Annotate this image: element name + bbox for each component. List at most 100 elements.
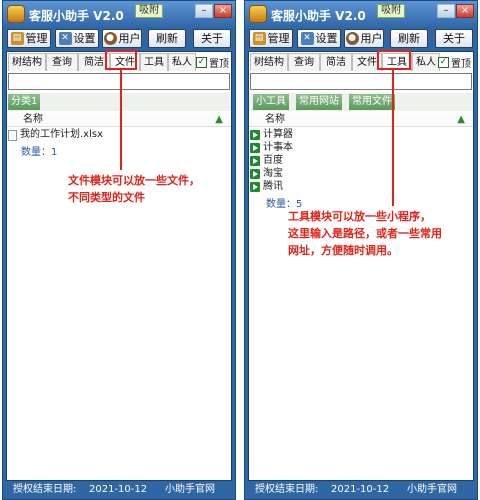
settings-button[interactable]: ✕ 设置 xyxy=(55,29,99,48)
category-button[interactable]: 分类1 xyxy=(8,94,41,110)
tab-private[interactable]: 私人 xyxy=(412,53,440,71)
wrench-icon: ✕ xyxy=(300,32,314,45)
tab-private[interactable]: 私人 xyxy=(168,53,196,71)
list-item[interactable]: 计算器 xyxy=(250,129,293,141)
window-title: 客服小助手 V2.0 xyxy=(29,9,124,23)
category-websites-button[interactable]: 常用网站 xyxy=(296,94,342,110)
search-input[interactable] xyxy=(8,73,230,90)
manage-button[interactable]: ▤ 管理 xyxy=(249,29,293,48)
tab-tools[interactable]: 工具 xyxy=(140,53,168,71)
status-bar: 授权结束日期: 2021-10-12 小助手官网 xyxy=(3,481,235,499)
status-bar: 授权结束日期: 2021-10-12 小助手官网 xyxy=(245,481,477,499)
tab-tree[interactable]: 树结构 xyxy=(250,53,288,71)
run-icon xyxy=(250,156,260,166)
settings-label: 设置 xyxy=(73,32,96,45)
app-icon xyxy=(249,5,267,23)
manage-label: 管理 xyxy=(267,32,290,45)
sort-asc-icon: ▲ xyxy=(215,114,223,125)
list-item[interactable]: 我的工作计划.xlsx xyxy=(8,129,103,141)
item-label: 淘宝 xyxy=(263,168,283,179)
item-label: 计事本 xyxy=(263,142,293,153)
settings-button[interactable]: ✕ 设置 xyxy=(297,29,341,48)
about-button[interactable]: 关于 xyxy=(435,29,473,48)
files-annotation: 文件模块可以放一些文件， 不同类型的文件 xyxy=(68,174,200,204)
user-icon: ● xyxy=(345,32,359,45)
sort-asc-icon: ▲ xyxy=(457,114,465,125)
always-on-top-label: 置顶 xyxy=(451,59,471,70)
run-icon xyxy=(250,169,260,179)
tab-query[interactable]: 查询 xyxy=(46,53,78,71)
always-on-top-label: 置顶 xyxy=(209,59,229,70)
license-label: 授权结束日期: xyxy=(13,484,77,495)
checkmark-icon: ✓ xyxy=(438,57,449,68)
license-label: 授权结束日期: xyxy=(255,484,319,495)
refresh-button[interactable]: 刷新 xyxy=(390,29,428,48)
pin-button[interactable]: 吸附 xyxy=(135,4,163,18)
search-input[interactable] xyxy=(250,73,472,90)
window-title: 客服小助手 V2.0 xyxy=(271,9,366,23)
files-callout-line xyxy=(120,70,122,170)
refresh-button[interactable]: 刷新 xyxy=(148,29,186,48)
window-files: 客服小助手 V2.0 吸附 – × ▤ 管理 ✕ 设置 ● 用户 刷新 关于 树结构 … xyxy=(2,0,236,500)
column-name: 名称 xyxy=(23,114,43,125)
user-button[interactable]: ● 用户 xyxy=(344,29,384,48)
tab-query[interactable]: 查询 xyxy=(288,53,320,71)
item-count: 数量：1 xyxy=(21,147,58,158)
list-header[interactable]: 名称 ▲ xyxy=(7,113,231,127)
category-tools-button[interactable]: 小工具 xyxy=(253,94,289,110)
item-label: 百度 xyxy=(263,155,283,166)
website-link[interactable]: 小助手官网 xyxy=(407,481,457,499)
always-on-top-checkbox[interactable]: ✓ 置顶 xyxy=(196,55,229,70)
title-bar[interactable]: 客服小助手 V2.0 吸附 – × xyxy=(245,1,477,27)
minimize-button[interactable]: – xyxy=(437,4,455,18)
checkmark-icon: ✓ xyxy=(196,57,207,68)
tab-simple[interactable]: 简洁 xyxy=(320,53,352,71)
run-icon xyxy=(250,182,260,192)
title-bar[interactable]: 客服小助手 V2.0 吸附 – × xyxy=(3,1,235,27)
run-icon xyxy=(250,143,260,153)
run-icon xyxy=(250,130,260,140)
main-panel: 树结构 查询 简洁 文件 工具 私人 ✓ 置顶 小工具 常用网站 常用文件 名称 … xyxy=(248,51,474,481)
wrench-icon: ✕ xyxy=(58,32,72,45)
item-label: 腾讯 xyxy=(263,181,283,192)
manage-button[interactable]: ▤ 管理 xyxy=(7,29,51,48)
category-bar: 小工具 常用网站 常用文件 xyxy=(249,93,473,111)
minimize-button[interactable]: – xyxy=(195,4,213,18)
column-name: 名称 xyxy=(265,114,285,125)
list-header[interactable]: 名称 ▲ xyxy=(249,113,473,127)
item-label: 计算器 xyxy=(263,129,293,140)
license-date: 2021-10-12 xyxy=(89,484,148,495)
tools-callout-line xyxy=(392,70,394,206)
website-link[interactable]: 小助手官网 xyxy=(165,481,215,499)
files-tab-highlight xyxy=(105,50,137,70)
list-item[interactable]: 计事本 xyxy=(250,142,293,154)
toolbar: ▤ 管理 ✕ 设置 ● 用户 刷新 关于 xyxy=(245,28,477,50)
list-item[interactable]: 淘宝 xyxy=(250,168,283,180)
item-label: 我的工作计划.xlsx xyxy=(20,129,104,140)
tab-tree[interactable]: 树结构 xyxy=(8,53,46,71)
settings-label: 设置 xyxy=(315,32,338,45)
file-icon xyxy=(8,129,17,141)
list-item[interactable]: 腾讯 xyxy=(250,181,283,193)
folder-icon: ▤ xyxy=(10,32,24,45)
tools-tab-highlight xyxy=(377,50,411,70)
user-label: 用户 xyxy=(360,32,383,45)
close-button[interactable]: × xyxy=(214,4,232,18)
about-button[interactable]: 关于 xyxy=(193,29,231,48)
user-label: 用户 xyxy=(118,32,141,45)
app-icon xyxy=(7,5,25,23)
license-date: 2021-10-12 xyxy=(331,484,390,495)
toolbar: ▤ 管理 ✕ 设置 ● 用户 刷新 关于 xyxy=(3,28,235,50)
close-button[interactable]: × xyxy=(456,4,474,18)
main-panel: 树结构 查询 简洁 文件 工具 私人 ✓ 置顶 分类1 名称 ▲ 我的工作计划.x… xyxy=(6,51,232,481)
list-item[interactable]: 百度 xyxy=(250,155,283,167)
user-button[interactable]: ● 用户 xyxy=(102,29,142,48)
always-on-top-checkbox[interactable]: ✓ 置顶 xyxy=(438,55,471,70)
category-bar: 分类1 xyxy=(7,93,231,111)
tools-annotation: 工具模块可以放一些小程序， 这里输入是路径，或者一些常用 网址，方便随时调用。 xyxy=(288,210,442,257)
user-icon: ● xyxy=(103,32,117,45)
pin-button[interactable]: 吸附 xyxy=(377,4,405,18)
category-files-button[interactable]: 常用文件 xyxy=(349,94,395,110)
tab-strip: 树结构 查询 简洁 文件 工具 私人 ✓ 置顶 xyxy=(249,53,473,71)
manage-label: 管理 xyxy=(25,32,48,45)
